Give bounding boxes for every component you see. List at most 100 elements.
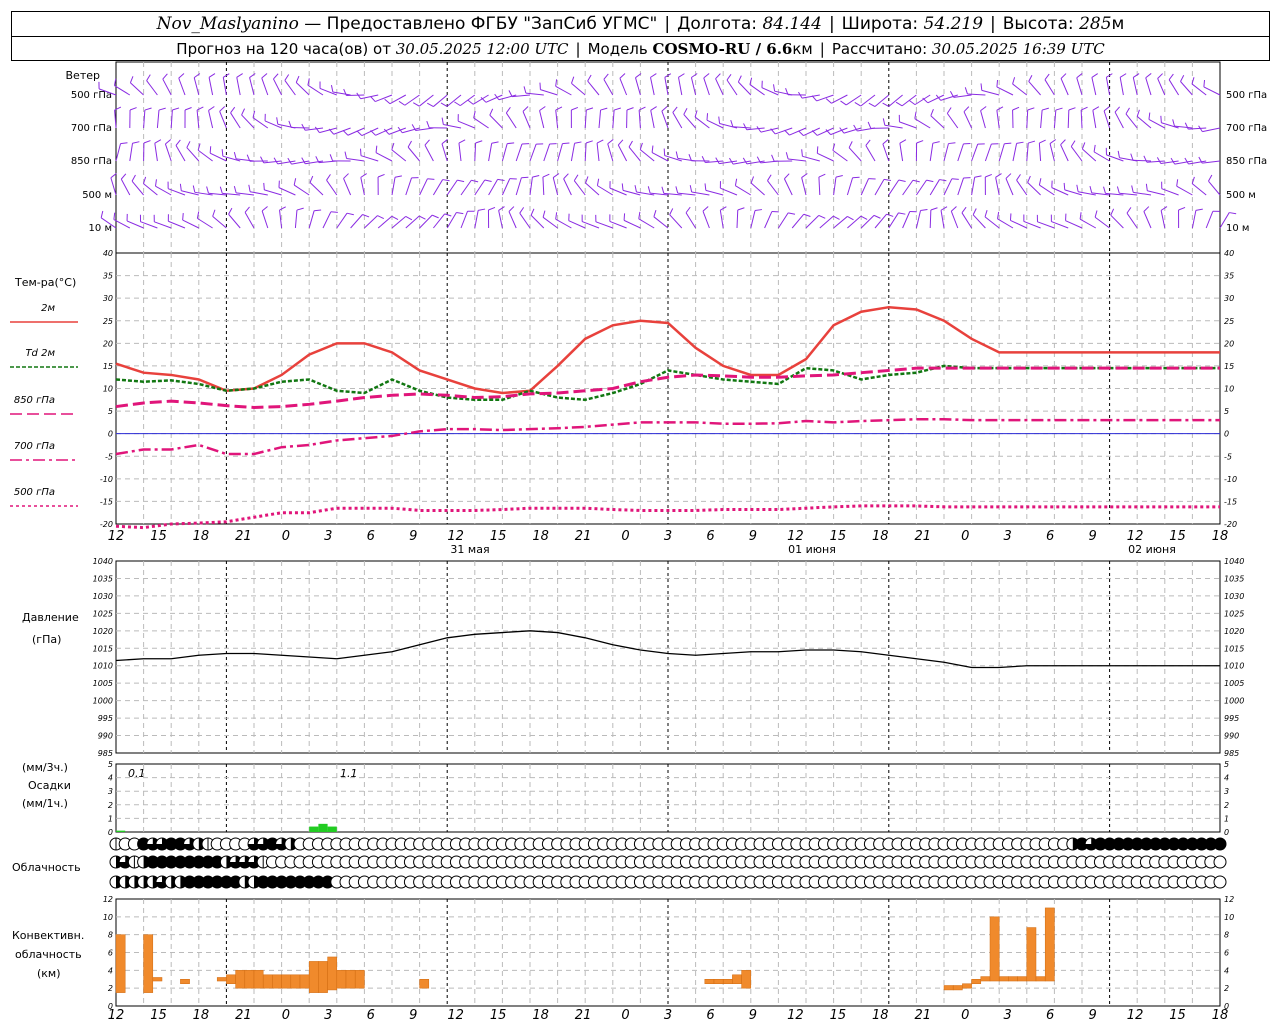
wind-barb-feather xyxy=(228,207,233,215)
wind-barb-feather xyxy=(444,213,452,217)
temp-hour-label: 6 xyxy=(706,529,714,544)
wind-barb xyxy=(446,212,464,229)
wind-barb xyxy=(848,141,862,162)
wind-barb-staff xyxy=(736,209,739,229)
wind-barb-feather xyxy=(505,106,511,114)
wind-barb-staff xyxy=(607,143,614,162)
wind-barb xyxy=(419,214,439,229)
precip-ytick-left: 1 xyxy=(108,814,113,823)
wind-barb-staff xyxy=(405,177,412,196)
conv-bar xyxy=(345,970,356,989)
wind-barb-staff xyxy=(293,184,310,196)
wind-barb-feather xyxy=(1229,212,1237,215)
conv-bar xyxy=(989,916,1000,982)
wind-barb xyxy=(529,175,540,196)
wind-barb-feather xyxy=(362,214,370,218)
wind-barb-staff xyxy=(1126,212,1138,229)
wind-barb-staff xyxy=(860,178,870,196)
wind-barb-staff xyxy=(460,179,472,196)
wind-barb-feather xyxy=(818,173,826,178)
wind-barb-feather xyxy=(628,140,633,148)
wind-barb-staff xyxy=(690,77,697,96)
wind-barb xyxy=(777,212,796,229)
pressure-ytick-right: 985 xyxy=(1224,749,1239,758)
wind-barb-feather xyxy=(370,130,376,136)
wind-barb xyxy=(690,73,698,96)
wind-barb xyxy=(441,139,448,162)
temp-ytick-right: -20 xyxy=(1224,520,1237,529)
wind-barb xyxy=(1026,107,1035,129)
wind-barb-feather xyxy=(963,106,970,113)
temp-hour-label: 3 xyxy=(664,529,672,544)
wind-barb-feather xyxy=(650,106,657,111)
pressure-ytick-left: 1025 xyxy=(93,609,113,618)
wind-barb-staff xyxy=(685,212,697,229)
wind-barb-feather xyxy=(1110,208,1115,216)
wind-barb-staff xyxy=(1076,77,1083,96)
wind-barb-feather xyxy=(767,174,772,181)
wind-barb-staff xyxy=(929,179,940,196)
wind-barb-staff xyxy=(927,94,945,104)
wind-barb-staff xyxy=(750,210,756,229)
wind-barb-feather xyxy=(634,185,637,193)
wind-barb-feather xyxy=(1093,144,1096,152)
wind-barb xyxy=(587,74,600,96)
wind-barb-staff xyxy=(501,178,511,196)
wind-barb-feather xyxy=(922,97,929,104)
conv-hour-label: 3 xyxy=(1004,1008,1012,1023)
wind-barb-staff xyxy=(474,210,479,229)
wind-level-label-right: 10 м xyxy=(1226,223,1249,234)
wind-barb-staff xyxy=(573,180,586,196)
wind-barb-feather xyxy=(1044,73,1050,80)
wind-barb-feather xyxy=(852,176,860,179)
wind-barb-staff xyxy=(612,110,615,129)
wind-barb-staff xyxy=(336,212,348,229)
wind-barb xyxy=(961,206,973,229)
conv-bar xyxy=(704,979,715,984)
day-label-3: 02 июня xyxy=(1128,543,1176,556)
temp-hour-label: 21 xyxy=(575,529,592,544)
wind-barb xyxy=(309,175,324,196)
wind-barb-feather xyxy=(279,206,286,211)
wind-barb-feather xyxy=(706,113,709,121)
conv-hour-label: 6 xyxy=(367,1008,375,1023)
wind-barb-staff xyxy=(899,121,917,129)
wind-barb xyxy=(650,73,657,96)
wind-barb-staff xyxy=(1203,86,1221,96)
wind-barb-feather xyxy=(391,215,399,221)
wind-barb-feather xyxy=(596,178,600,186)
wind-barb xyxy=(1026,140,1036,162)
wind-barb-feather xyxy=(330,211,338,213)
wind-barb xyxy=(603,73,614,96)
wind-barb-feather xyxy=(1160,115,1162,123)
pressure-ytick-right: 1020 xyxy=(1224,627,1244,636)
wind-barb-feather xyxy=(801,149,803,157)
precip-ytick-right: 0 xyxy=(1224,828,1229,837)
conv-ytick-left: 2 xyxy=(108,984,113,993)
conv-ytick-left: 4 xyxy=(108,966,113,975)
wind-barb xyxy=(276,117,296,129)
wind-barb-feather xyxy=(314,126,320,133)
conv-hour-label: 12 xyxy=(787,1008,804,1023)
wind-barb-feather xyxy=(685,206,691,214)
conv-hour-label: 9 xyxy=(1088,1008,1096,1023)
conv-bar xyxy=(115,934,126,993)
wind-barb-staff xyxy=(738,81,752,96)
wind-barb xyxy=(737,75,752,96)
temp-hour-label: 15 xyxy=(830,529,847,544)
wind-barb-staff xyxy=(914,118,931,129)
wind-barb xyxy=(1184,122,1207,130)
wind-barb xyxy=(233,152,255,162)
wind-barb xyxy=(279,206,286,229)
wind-barb-staff xyxy=(597,185,614,196)
wind-barb-staff xyxy=(669,214,683,229)
temp-hour-label: 9 xyxy=(1088,529,1096,544)
conv-title-3: (км) xyxy=(37,967,61,980)
wind-barb-feather xyxy=(974,175,982,178)
wind-barb xyxy=(661,106,669,129)
wind-barb-feather xyxy=(865,139,871,146)
wind-barb-feather xyxy=(162,73,168,80)
precip-title-3: (мм/1ч.) xyxy=(22,797,68,810)
temp-ytick-right: -10 xyxy=(1224,475,1237,484)
temp-ytick-left: -5 xyxy=(105,452,113,461)
